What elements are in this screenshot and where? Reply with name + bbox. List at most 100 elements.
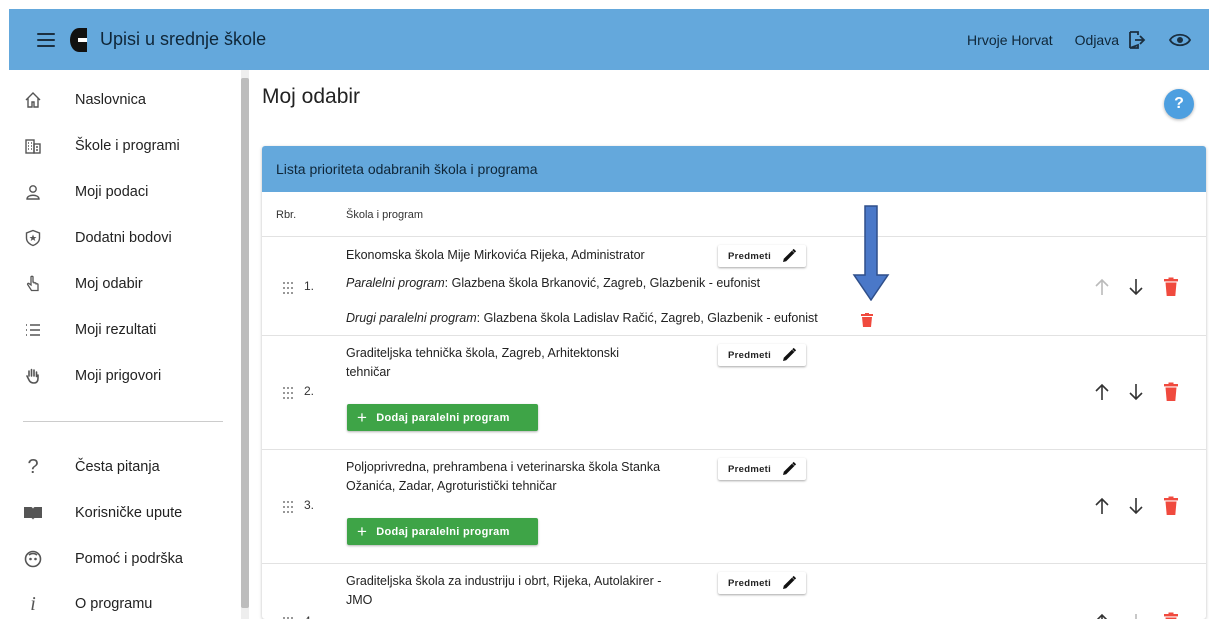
sidebar: Naslovnica Škole i programi Moji podaci …	[9, 70, 241, 619]
book-icon	[23, 503, 43, 523]
row-number: 1.	[304, 279, 315, 293]
sidebar-item-o-programu[interactable]: i O programu	[9, 584, 241, 619]
move-down-icon[interactable]	[1127, 612, 1145, 619]
drag-handle-icon[interactable]	[282, 386, 294, 400]
add-parallel-program-button[interactable]: + Dodaj paralelni program	[347, 404, 538, 431]
hand-pointer-icon	[23, 274, 43, 294]
school-program: Ekonomska škola Mije Mirkovića Rijeka, A…	[346, 248, 645, 262]
sidebar-item-label: Moji rezultati	[75, 322, 157, 338]
parallel-program-label: Paralelni program	[346, 276, 445, 290]
school-program: Poljoprivredna, prehrambena i veterinars…	[346, 458, 660, 496]
pencil-icon	[783, 248, 797, 262]
move-up-icon[interactable]	[1093, 277, 1111, 297]
drag-handle-icon[interactable]	[282, 500, 294, 514]
sidebar-item-moji-podaci[interactable]: Moji podaci	[9, 172, 241, 212]
predmeti-button[interactable]: Predmeti	[718, 458, 806, 480]
help-button[interactable]: ?	[1164, 89, 1194, 119]
other-parallel-program-label: Drugi paralelni program	[346, 311, 477, 325]
school-program: Graditeljska škola za industriju i obrt,…	[346, 572, 661, 610]
sidebar-item-cesta-pitanja[interactable]: ? Česta pitanja	[9, 447, 241, 487]
delete-icon[interactable]	[1162, 382, 1180, 402]
table-row: 4. Graditeljska škola za industriju i ob…	[262, 564, 1206, 619]
add-parallel-label: Dodaj paralelni program	[376, 411, 510, 424]
person-icon	[23, 182, 43, 202]
list-icon	[23, 320, 43, 340]
add-parallel-label: Dodaj paralelni program	[376, 525, 510, 538]
pencil-icon	[783, 575, 797, 589]
user-name[interactable]: Hrvoje Horvat	[967, 32, 1053, 48]
parallel-program-value: : Glazbena škola Brkanović, Zagreb, Glaz…	[444, 276, 761, 290]
table-row: 2. Graditeljska tehnička škola, Zagreb, …	[262, 336, 1206, 450]
move-down-icon[interactable]	[1127, 496, 1145, 516]
page-title: Moj odabir	[262, 85, 361, 108]
sidebar-divider	[23, 421, 223, 422]
priority-list-card: Lista prioriteta odabranih škola i progr…	[262, 146, 1206, 619]
menu-icon[interactable]	[37, 32, 55, 47]
column-rbr: Rbr.	[276, 209, 297, 221]
predmeti-label: Predmeti	[728, 250, 772, 262]
building-icon	[23, 136, 43, 156]
pencil-icon	[783, 461, 797, 475]
logout-link[interactable]: Odjava	[1075, 32, 1119, 48]
sidebar-item-label: Česta pitanja	[75, 459, 160, 475]
sidebar-scrollbar-thumb[interactable]	[241, 78, 249, 608]
move-down-icon[interactable]	[1127, 277, 1145, 297]
add-parallel-program-button[interactable]: + Dodaj paralelni program	[347, 518, 538, 545]
table-row: 3. Poljoprivredna, prehrambena i veterin…	[262, 450, 1206, 564]
move-up-icon[interactable]	[1093, 496, 1111, 516]
table-header: Rbr. Škola i program	[262, 192, 1206, 237]
plus-icon: +	[357, 407, 368, 427]
sidebar-item-label: Pomoć i podrška	[75, 551, 183, 567]
school-line-2: JMO	[346, 593, 373, 607]
app-title: Upisi u srednje škole	[100, 29, 267, 49]
sidebar-item-pomoc[interactable]: Pomoć i podrška	[9, 539, 241, 579]
home-icon	[23, 90, 43, 110]
info-icon: i	[30, 592, 36, 615]
school-program: Graditeljska tehnička škola, Zagreb, Arh…	[346, 344, 619, 382]
column-school: Škola i program	[346, 209, 424, 221]
row-number: 4.	[304, 614, 314, 619]
sidebar-item-moji-prigovori[interactable]: Moji prigovori	[9, 356, 241, 396]
drag-handle-icon[interactable]	[282, 281, 294, 295]
delete-icon[interactable]	[1162, 277, 1180, 297]
sidebar-item-label: Moj odabir	[75, 276, 143, 292]
school-line-1: Graditeljska škola za industriju i obrt,…	[346, 574, 662, 588]
sidebar-item-label: Škole i programi	[75, 138, 180, 154]
app-bar: Upisi u srednje škole Hrvoje Horvat Odja…	[9, 9, 1209, 70]
row-number: 2.	[304, 384, 315, 398]
move-up-icon[interactable]	[1093, 612, 1111, 619]
card-header: Lista prioriteta odabranih škola i progr…	[262, 146, 1206, 192]
hand-icon	[23, 366, 43, 386]
sidebar-item-label: Korisničke upute	[75, 505, 183, 521]
sidebar-item-korisnicke-upute[interactable]: Korisničke upute	[9, 493, 241, 533]
sidebar-item-moji-rezultati[interactable]: Moji rezultati	[9, 310, 241, 350]
sidebar-item-label: Moji prigovori	[75, 368, 162, 384]
parallel-program: Paralelni program: Glazbena škola Brkano…	[346, 274, 760, 293]
sidebar-item-moj-odabir[interactable]: Moj odabir	[9, 264, 241, 304]
delete-icon[interactable]	[1162, 496, 1180, 516]
sidebar-item-label: O programu	[75, 596, 153, 612]
move-up-icon[interactable]	[1093, 382, 1111, 402]
predmeti-button[interactable]: Predmeti	[718, 245, 806, 267]
move-down-icon[interactable]	[1127, 382, 1145, 402]
delete-parallel-icon[interactable]	[861, 313, 873, 327]
support-icon	[23, 549, 43, 569]
predmeti-button[interactable]: Predmeti	[718, 572, 806, 594]
eye-icon[interactable]	[1169, 29, 1191, 51]
school-line-2: Ožanića, Zadar, Agroturistički tehničar	[346, 479, 557, 493]
predmeti-button[interactable]: Predmeti	[718, 344, 806, 366]
sidebar-item-skole[interactable]: Škole i programi	[9, 126, 241, 166]
sidebar-item-dodatni-bodovi[interactable]: Dodatni bodovi	[9, 218, 241, 258]
logout-icon[interactable]	[1127, 30, 1147, 50]
sidebar-item-naslovnica[interactable]: Naslovnica	[9, 80, 241, 120]
predmeti-label: Predmeti	[728, 349, 772, 361]
other-parallel-program: Drugi paralelni program: Glazbena škola …	[346, 309, 818, 328]
table-row: 1. Ekonomska škola Mije Mirkovića Rijeka…	[262, 237, 1206, 336]
pencil-icon	[783, 347, 797, 361]
sidebar-item-label: Moji podaci	[75, 184, 149, 200]
school-line-2: tehničar	[346, 365, 391, 379]
school-line-1: Graditeljska tehnička škola, Zagreb, Arh…	[346, 346, 620, 360]
question-icon: ?	[27, 455, 39, 478]
delete-icon[interactable]	[1162, 612, 1180, 619]
app-logo	[70, 27, 87, 52]
